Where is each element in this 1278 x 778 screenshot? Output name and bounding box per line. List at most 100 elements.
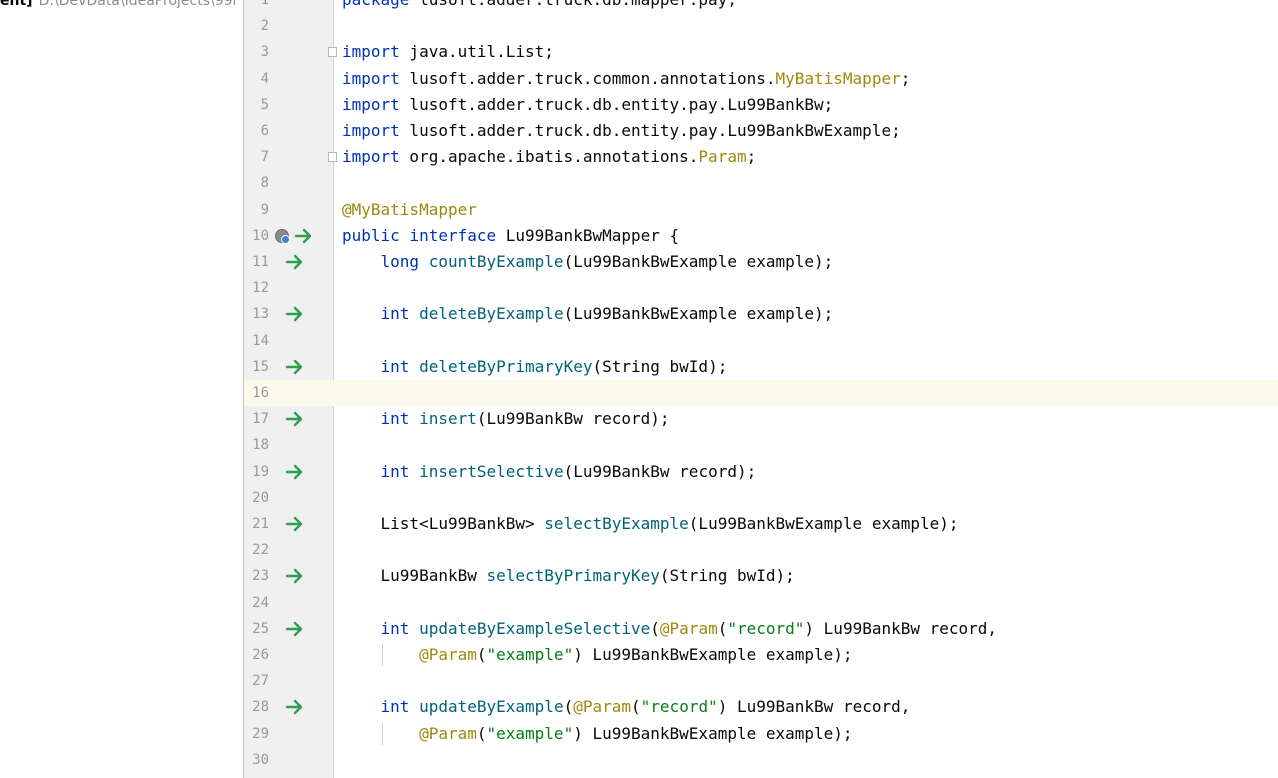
- code-token: (: [717, 618, 728, 638]
- code-line[interactable]: @MyBatisMapper: [342, 197, 477, 223]
- implemented-by-arrow-icon[interactable]: [285, 515, 305, 533]
- code-token: @Param: [419, 645, 477, 664]
- code-token: import: [342, 42, 400, 62]
- line-number[interactable]: 20: [244, 485, 269, 511]
- code-token: MyBatisMapper: [775, 68, 901, 88]
- line-number[interactable]: 28: [244, 694, 269, 720]
- code-token: selectByPrimaryKey: [486, 566, 660, 586]
- implemented-by-arrow-icon[interactable]: [285, 253, 305, 271]
- code-token: int: [380, 409, 410, 429]
- line-number[interactable]: 6: [244, 118, 269, 144]
- code-line[interactable]: List<Lu99BankBw> selectByExample(Lu99Ban…: [342, 511, 959, 537]
- implemented-by-arrow-icon[interactable]: [285, 463, 305, 481]
- code-line[interactable]: import java.util.List;: [342, 39, 554, 65]
- implemented-by-arrow-icon[interactable]: [294, 227, 314, 245]
- line-number[interactable]: 18: [244, 432, 269, 458]
- line-number[interactable]: 1: [244, 0, 269, 13]
- code-token: (String bwId);: [659, 566, 795, 586]
- line-number[interactable]: 25: [244, 616, 269, 642]
- implemented-by-arrow-icon[interactable]: [285, 698, 305, 716]
- code-line[interactable]: int deleteByExample(Lu99BankBwExample ex…: [342, 301, 834, 327]
- code-token: Lu99BankBwMapper {: [496, 225, 680, 245]
- line-number[interactable]: 3: [244, 39, 269, 65]
- line-number[interactable]: 5: [244, 92, 269, 118]
- project-tool-window[interactable]: ent] D:\DevData\IdeaProjects\99l: [0, 0, 243, 778]
- line-number[interactable]: 27: [244, 668, 269, 694]
- code-line[interactable]: int insertSelective(Lu99BankBw record);: [342, 459, 757, 485]
- line-number[interactable]: 10: [244, 223, 269, 249]
- code-line[interactable]: int updateByExampleSelective(@Param("rec…: [342, 616, 998, 642]
- code-line[interactable]: import lusoft.adder.truck.db.entity.pay.…: [342, 118, 901, 144]
- implemented-by-arrow-icon[interactable]: [285, 358, 305, 376]
- line-number[interactable]: 7: [244, 144, 269, 170]
- line-number[interactable]: 19: [244, 459, 269, 485]
- project-path: D:\DevData\IdeaProjects\99l: [38, 0, 237, 9]
- code-token: (Lu99BankBw record);: [563, 461, 757, 481]
- caret-row-highlight: [244, 380, 1278, 406]
- line-number[interactable]: 21: [244, 511, 269, 537]
- line-number[interactable]: 15: [244, 354, 269, 380]
- code-token: (Lu99BankBw record);: [476, 409, 670, 429]
- implemented-by-arrow-icon[interactable]: [285, 620, 305, 638]
- code-line[interactable]: int deleteByPrimaryKey(String bwId);: [342, 354, 728, 380]
- code-token: deleteByExample: [419, 304, 564, 324]
- code-line[interactable]: long countByExample(Lu99BankBwExample ex…: [342, 249, 834, 275]
- code-line[interactable]: import org.apache.ibatis.annotations.Par…: [342, 144, 756, 170]
- code-token: @Param: [659, 618, 718, 638]
- code-line[interactable]: import lusoft.adder.truck.db.entity.pay.…: [342, 92, 833, 118]
- code-token: (String bwId);: [592, 356, 728, 376]
- fold-marker-icon[interactable]: [328, 152, 337, 163]
- implemented-by-arrow-icon[interactable]: [285, 567, 305, 585]
- code-token: deleteByPrimaryKey: [419, 356, 593, 376]
- code-token: Lu99BankBw: [342, 566, 487, 586]
- implemented-by-arrow-icon[interactable]: [285, 410, 305, 428]
- code-token: (Lu99BankBwExample example);: [563, 252, 834, 271]
- line-number[interactable]: 30: [244, 747, 269, 773]
- line-number[interactable]: 16: [244, 380, 269, 406]
- line-number[interactable]: 8: [244, 170, 269, 196]
- line-number[interactable]: 23: [244, 563, 269, 589]
- project-root-item[interactable]: ent] D:\DevData\IdeaProjects\99l: [0, 0, 236, 9]
- code-line[interactable]: import lusoft.adder.truck.common.annotat…: [342, 66, 910, 92]
- code-token: (: [476, 645, 487, 664]
- code-line[interactable]: public interface Lu99BankBwMapper {: [342, 223, 679, 249]
- code-token: @Param: [419, 723, 477, 743]
- line-number[interactable]: 17: [244, 406, 269, 432]
- fold-marker-icon[interactable]: [328, 47, 337, 58]
- code-token: @MyBatisMapper: [342, 199, 477, 219]
- code-token: ) Lu99BankBw record,: [717, 697, 911, 717]
- code-token: updateByExampleSelective: [419, 618, 651, 638]
- line-number[interactable]: 2: [244, 13, 269, 39]
- code-line[interactable]: int updateByExample(@Param("record") Lu9…: [342, 694, 911, 720]
- code-token: "example": [486, 723, 574, 743]
- implemented-by-arrow-icon[interactable]: [285, 305, 305, 323]
- code-token: int: [380, 304, 410, 324]
- code-token: int: [380, 697, 410, 717]
- code-line[interactable]: @Param("example") Lu99BankBwExample exam…: [342, 642, 853, 668]
- line-number[interactable]: 13: [244, 301, 269, 327]
- spring-bean-icon[interactable]: [275, 228, 290, 244]
- code-token: "record": [640, 697, 718, 717]
- line-number[interactable]: 29: [244, 721, 269, 747]
- line-number[interactable]: 11: [244, 249, 269, 275]
- code-token: java.util.List;: [399, 42, 554, 62]
- code-token: (Lu99BankBwExample example);: [688, 514, 959, 533]
- line-number[interactable]: 24: [244, 590, 269, 616]
- code-line[interactable]: int insert(Lu99BankBw record);: [342, 406, 670, 432]
- code-line[interactable]: package lusoft.adder.truck.db.mapper.pay…: [342, 0, 737, 13]
- code-line[interactable]: @Param("example") Lu99BankBwExample exam…: [342, 721, 853, 747]
- line-number[interactable]: 12: [244, 275, 269, 301]
- code-line[interactable]: Lu99BankBw selectByPrimaryKey(String bwI…: [342, 563, 795, 589]
- line-number[interactable]: 22: [244, 537, 269, 563]
- line-number[interactable]: 14: [244, 328, 269, 354]
- line-number[interactable]: 4: [244, 66, 269, 92]
- code-token: selectByExample: [544, 514, 689, 533]
- code-token: ;: [900, 68, 911, 88]
- line-number[interactable]: 26: [244, 642, 269, 668]
- line-number[interactable]: 9: [244, 197, 269, 223]
